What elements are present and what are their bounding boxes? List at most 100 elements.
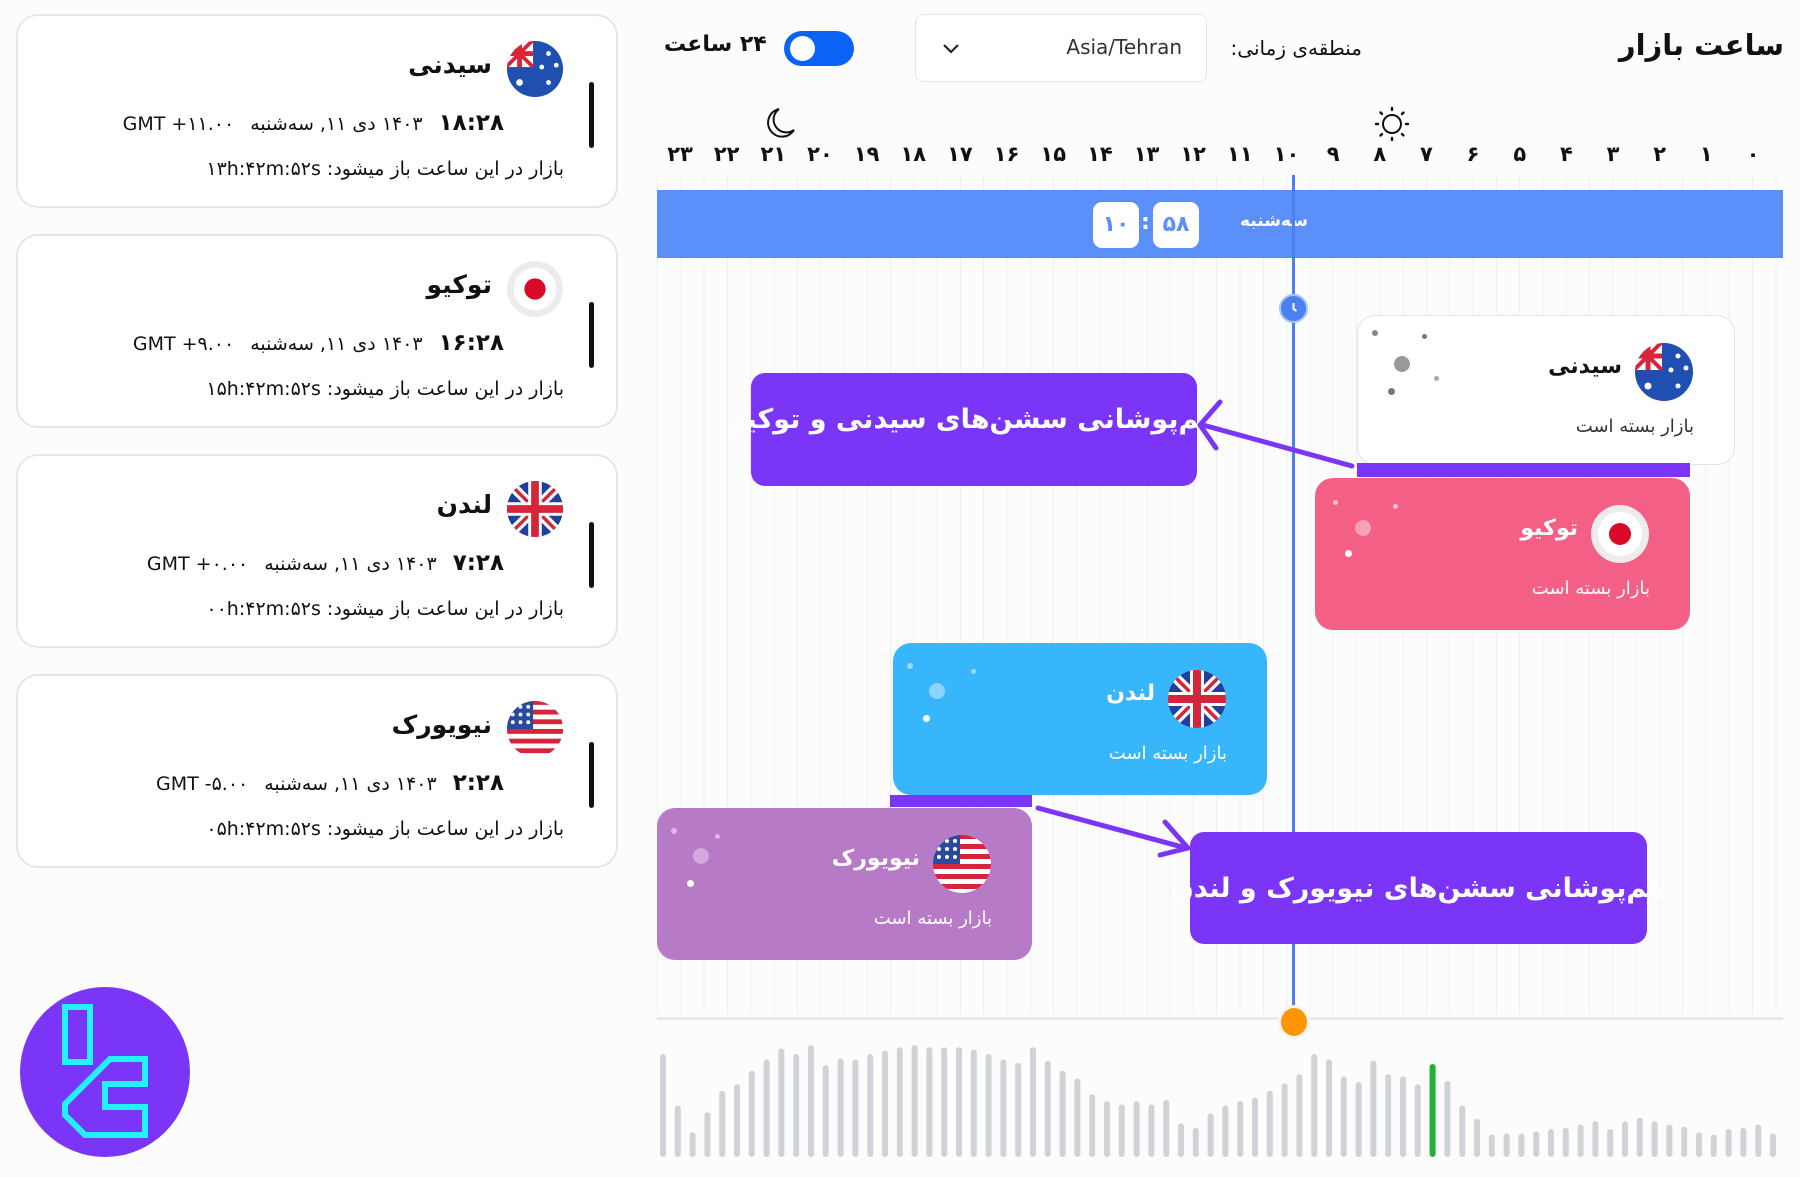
hour-label: ۸ [1373, 142, 1387, 166]
activity-bar [1488, 1134, 1495, 1157]
session-newyork[interactable]: نیویورک بازار بسته است [657, 808, 1032, 960]
market-name: توکیو [426, 270, 492, 299]
activity-bar [808, 1045, 814, 1157]
hour-label: ۱۰ [1273, 142, 1300, 166]
session-name: توکیو [1520, 516, 1578, 541]
gmt-offset: GMT +۱۱.۰۰ [122, 113, 235, 135]
activity-bar [1548, 1129, 1554, 1157]
open-label: بازار در این ساعت باز میشود: [326, 598, 564, 620]
market-card-0[interactable]: سیدنی ۱۸:۲۸ ۱۴۰۳ دی ۱۱, سه‌شنبه GMT +۱۱.۰۰… [16, 14, 618, 208]
activity-bar [1192, 1127, 1199, 1157]
hour-label: ۵ [1513, 142, 1527, 166]
activity-bar [1015, 1062, 1022, 1157]
activity-bar [793, 1053, 800, 1157]
hour-label: ۴ [1559, 142, 1573, 166]
activity-bar [1592, 1121, 1599, 1157]
divider [589, 302, 594, 368]
hour-label: ۱۲ [1180, 142, 1206, 166]
hour-label: ۲۱ [760, 142, 787, 166]
activity-bar [1636, 1117, 1643, 1157]
hour-label: ۱۴ [1087, 142, 1113, 166]
overlap-marker-sydney-tokyo [1357, 463, 1690, 477]
market-time: ۷:۲۸ [452, 550, 504, 576]
activity-bar [1030, 1047, 1036, 1157]
activity-bar [1104, 1101, 1110, 1157]
market-card-1[interactable]: توکیو ۱۶:۲۸ ۱۴۰۳ دی ۱۱, سه‌شنبه GMT +۹.۰۰ … [16, 234, 618, 428]
activity-bar [1207, 1113, 1214, 1157]
japan-flag-icon [506, 260, 564, 318]
activity-bar [1562, 1127, 1569, 1157]
activity-bar [1681, 1126, 1688, 1157]
activity-bar [660, 1053, 666, 1157]
session-status: بازار بسته است [1108, 743, 1227, 764]
activity-bar [674, 1105, 681, 1157]
clock-icon [1279, 294, 1308, 323]
hour-label: ۱۱ [1227, 142, 1253, 166]
market-name: سیدنی [408, 50, 492, 79]
activity-bar [1414, 1084, 1421, 1157]
activity-bar [1296, 1074, 1303, 1157]
hour-label: ۱۶ [993, 142, 1020, 166]
market-name: لندن [436, 490, 492, 519]
activity-bar [1000, 1059, 1007, 1157]
market-time: ۲:۲۸ [452, 770, 504, 796]
activity-bar [1474, 1118, 1480, 1157]
hour-label: ۹ [1326, 142, 1340, 166]
activity-bar [837, 1058, 844, 1157]
activity-bar [1400, 1076, 1406, 1157]
session-status: بازار بسته است [1575, 416, 1694, 437]
open-label: بازار در این ساعت باز میشود: [326, 818, 564, 840]
callout-newyork-london-overlap: هم‌پوشانی سشن‌های نیویورک و لندن [1171, 832, 1666, 944]
hour-label: ۳ [1606, 142, 1620, 166]
activity-bar [956, 1047, 962, 1157]
activity-bar [1710, 1134, 1717, 1157]
session-name: نیویورک [831, 846, 920, 871]
activity-track [657, 1017, 1783, 1020]
activity-bar [1178, 1123, 1184, 1157]
activity-bar [911, 1045, 918, 1157]
hour-label: ۱۸ [900, 142, 927, 166]
session-sydney[interactable]: سیدنی بازار بسته است [1357, 315, 1735, 465]
hour-label: ۱۷ [947, 142, 973, 166]
24-hour-toggle[interactable] [784, 31, 854, 66]
activity-bar [1533, 1131, 1540, 1157]
minute-box: ۵۸ [1153, 202, 1199, 248]
session-london[interactable]: لندن بازار بسته است [893, 643, 1267, 795]
australia-flag-icon [1634, 342, 1694, 402]
activity-bar [1725, 1129, 1732, 1157]
activity-bar [1074, 1078, 1081, 1157]
hour-label: ۲۰ [807, 142, 833, 166]
activity-bar [778, 1048, 785, 1157]
activity-slider-handle[interactable] [1278, 1005, 1310, 1039]
session-tokyo[interactable]: توکیو بازار بسته است [1315, 478, 1690, 630]
us-flag-icon [932, 834, 992, 894]
activity-bar [1237, 1101, 1244, 1157]
activity-bar [1503, 1133, 1510, 1157]
hour-label: ۱۳ [1133, 142, 1160, 166]
24-hour-label: ۲۴ ساعت [664, 32, 767, 57]
market-card-3[interactable]: نیویورک ۲:۲۸ ۱۴۰۳ دی ۱۱, سه‌شنبه GMT -۵.۰۰… [16, 674, 618, 868]
timezone-select[interactable]: Asia/Tehran [915, 14, 1207, 82]
toggle-knob [790, 36, 815, 61]
gmt-offset: GMT +۰.۰۰ [146, 553, 249, 575]
us-flag-icon [506, 700, 564, 758]
activity-bar [1252, 1097, 1258, 1157]
activity-bars [660, 1045, 1776, 1157]
open-countdown: ۰۰h:۴۲m:۵۲s [206, 598, 321, 620]
hour-label: ۲۲ [713, 142, 740, 166]
market-card-2[interactable]: لندن ۷:۲۸ ۱۴۰۳ دی ۱۱, سه‌شنبه GMT +۰.۰۰ با… [16, 454, 618, 648]
activity-bar [1355, 1081, 1362, 1157]
hour-label: ۲۳ [667, 142, 693, 166]
activity-bar [1059, 1070, 1066, 1157]
uk-flag-icon [506, 480, 564, 538]
hour-label: ۶ [1466, 142, 1480, 166]
japan-flag-icon [1591, 505, 1649, 563]
activity-bar [1607, 1129, 1614, 1157]
open-label: بازار در این ساعت باز میشود: [326, 158, 564, 180]
activity-bar [1370, 1060, 1377, 1157]
gmt-offset: GMT +۹.۰۰ [132, 333, 235, 355]
brand-logo [20, 987, 190, 1157]
activity-bar [1163, 1099, 1170, 1157]
activity-bar [1311, 1053, 1318, 1157]
activity-bar [822, 1065, 829, 1157]
